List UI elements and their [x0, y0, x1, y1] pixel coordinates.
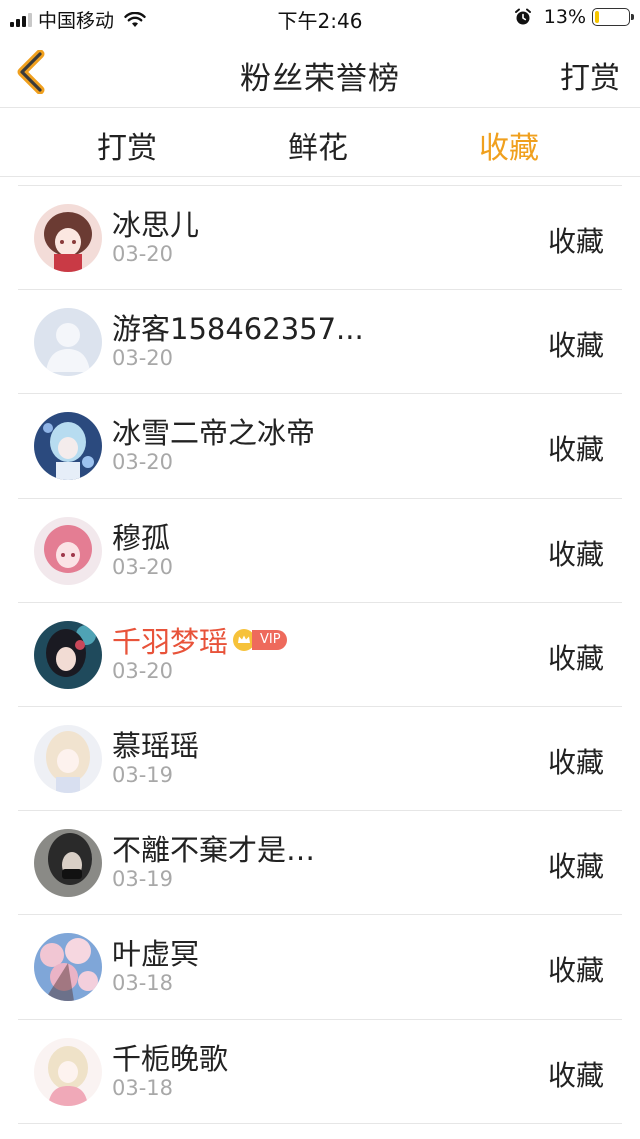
fan-action: 收藏	[547, 954, 604, 988]
name-line: 叶虚冥	[112, 931, 199, 973]
fan-date: 03-20	[112, 242, 174, 266]
fan-date: 03-20	[112, 346, 174, 371]
battery-fill	[595, 11, 600, 23]
reward-button[interactable]: 打赏	[560, 53, 620, 97]
fan-name: 穆孤	[112, 520, 171, 555]
fan-action: 收藏	[547, 537, 604, 571]
fan-date: 03-20	[112, 554, 174, 579]
fan-name: 千栀晚歌	[112, 1041, 229, 1076]
nav-bar: 粉丝荣誉榜 打赏	[0, 36, 640, 108]
tab-reward[interactable]: 打赏	[67, 123, 187, 167]
fan-action: 收藏	[547, 433, 604, 467]
fan-action: 收藏	[547, 745, 604, 779]
name-line: 冰雪二帝之冰帝	[112, 410, 315, 452]
list-item[interactable]: 千羽梦瑶 VIP 03-20 收藏	[0, 603, 640, 708]
list-item[interactable]: 冰雪二帝之冰帝 03-20 收藏	[0, 394, 640, 499]
name-line: 冰思儿	[112, 202, 199, 244]
name-line: 穆孤	[112, 515, 170, 557]
fan-list: 冰思儿 03-20 收藏 游客158462357... 03-20 收藏 冰雪二…	[0, 186, 640, 1124]
fan-action: 收藏	[547, 641, 604, 675]
status-right: 13%	[514, 6, 634, 28]
vip-badge: VIP	[252, 629, 287, 650]
fan-name: 游客158462357...	[112, 312, 364, 347]
battery-percent: 13%	[543, 6, 586, 28]
avatar	[34, 933, 102, 1002]
fan-name: 冰思儿	[112, 208, 200, 242]
fan-date: 03-18	[112, 1075, 174, 1100]
list-item[interactable]: 慕瑶瑶 03-19 收藏	[0, 707, 640, 812]
tab-collect[interactable]: 收藏	[449, 123, 569, 167]
avatar	[34, 829, 102, 898]
fan-name: 冰雪二帝之冰帝	[112, 416, 316, 451]
fan-date: 03-19	[112, 762, 174, 787]
fan-action: 收藏	[547, 329, 604, 363]
fan-action: 收藏	[547, 850, 604, 884]
avatar	[34, 308, 102, 377]
avatar	[34, 204, 102, 272]
fan-name: 不離不棄才是…	[112, 833, 316, 868]
fan-name: 千羽梦瑶	[112, 624, 229, 659]
name-line: 慕瑶瑶	[112, 723, 199, 765]
status-bar: 中国移动 下午2:46 13%	[0, 0, 640, 36]
fan-name: 叶虚冥	[112, 937, 200, 972]
avatar	[34, 724, 102, 793]
tab-bar: 打赏 鲜花 收藏	[0, 109, 640, 177]
name-line: 游客158462357...	[112, 306, 364, 348]
fan-date: 03-20	[112, 658, 174, 683]
fan-action: 收藏	[547, 225, 604, 258]
fan-date: 03-20	[112, 450, 174, 475]
list-item[interactable]: 冰思儿 03-20 收藏	[0, 186, 640, 291]
list-item[interactable]: 游客158462357... 03-20 收藏	[0, 290, 640, 395]
avatar	[34, 620, 102, 689]
fan-action: 收藏	[547, 1058, 604, 1092]
avatar	[34, 1037, 102, 1106]
name-line: 不離不棄才是…	[112, 827, 315, 869]
tab-flowers[interactable]: 鲜花	[258, 123, 378, 167]
list-item[interactable]: 穆孤 03-20 收藏	[0, 499, 640, 603]
fan-date: 03-18	[112, 971, 174, 996]
list-item[interactable]: 不離不棄才是… 03-19 收藏	[0, 811, 640, 916]
fan-date: 03-19	[112, 867, 174, 892]
list-item[interactable]: 叶虚冥 03-18 收藏	[0, 915, 640, 1020]
list-item[interactable]: 千栀晚歌 03-18 收藏	[0, 1020, 640, 1124]
avatar	[34, 412, 102, 481]
battery-cap	[631, 14, 634, 20]
name-line: 千羽梦瑶 VIP	[112, 619, 287, 661]
alarm-clock-icon	[514, 8, 531, 25]
fan-name: 慕瑶瑶	[112, 728, 200, 763]
page-title: 粉丝荣誉榜	[240, 61, 400, 97]
battery-icon	[592, 8, 634, 26]
avatar	[34, 516, 102, 585]
name-line: 千栀晚歌	[112, 1036, 228, 1078]
